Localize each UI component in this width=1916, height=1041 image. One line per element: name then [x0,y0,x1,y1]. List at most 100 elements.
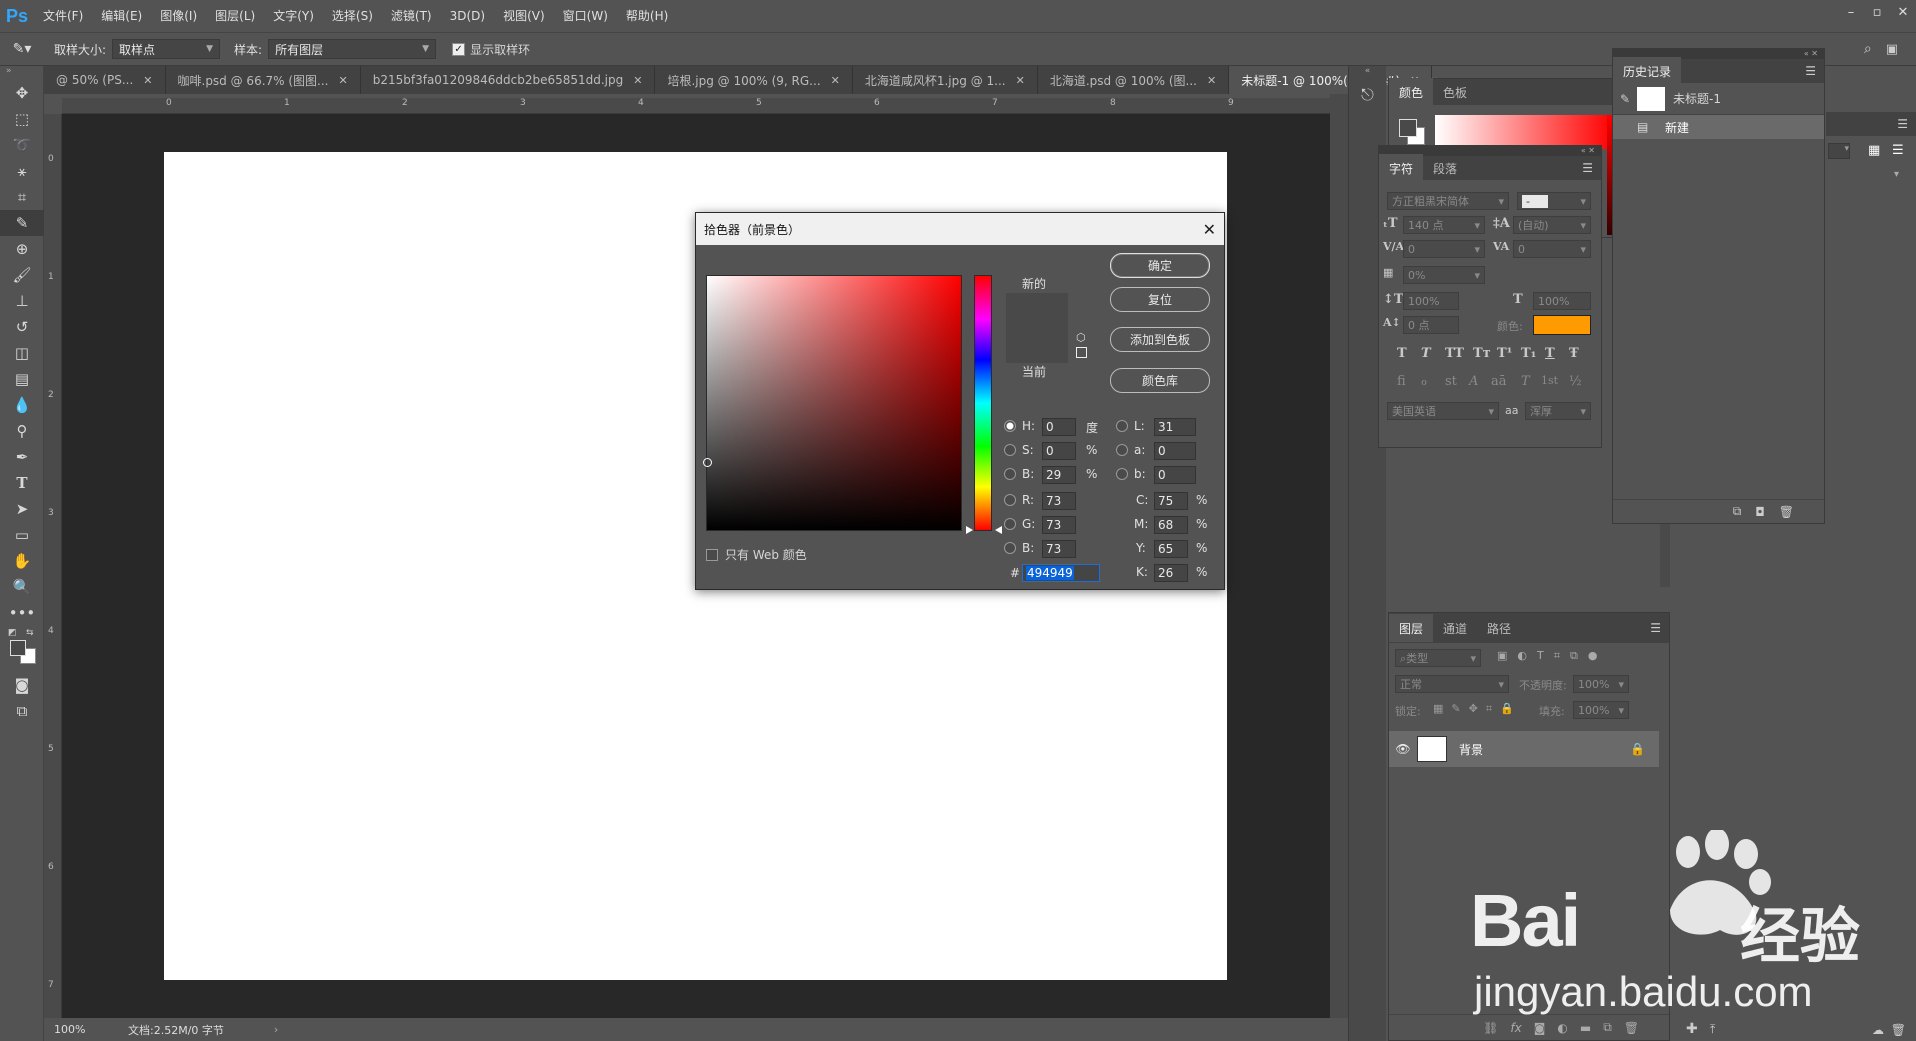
path-select-icon[interactable]: ➤ [0,496,44,522]
stylistic-alt-icon[interactable]: aā [1491,374,1507,389]
saturation-brightness-field[interactable] [703,275,962,531]
close-window-icon[interactable]: ✕ [1890,0,1916,24]
tab-paths[interactable]: 路径 [1477,614,1521,642]
trash-icon[interactable]: 🗑 [1779,505,1794,519]
tab-character[interactable]: 字符 [1379,154,1424,182]
layer-row[interactable]: 👁 背景 🔒 [1389,731,1659,767]
red-input[interactable]: 73 [1042,492,1076,510]
close-icon[interactable]: ✕ [143,74,152,87]
lab-b-radio[interactable] [1116,468,1128,480]
baseline-field[interactable]: 0 点 [1403,316,1459,334]
lock-position-icon[interactable]: ✥ [1469,702,1478,716]
panel-menu-icon[interactable]: ☰ [1650,621,1661,635]
font-style-select[interactable]: - ▾ [1517,192,1591,210]
g-radio[interactable] [1004,518,1016,530]
menu-type[interactable]: 文字(Y) [264,0,323,32]
menu-file[interactable]: 文件(F) [34,0,92,32]
crop-tool-icon[interactable]: ⌗ [0,184,44,210]
small-caps-icon[interactable]: Tт [1473,346,1491,361]
type-tool-icon[interactable]: T [0,470,44,496]
chevron-down-icon[interactable]: ▾ [1894,169,1899,180]
close-icon[interactable]: ✕ [1203,220,1216,239]
a-input[interactable]: 0 [1154,442,1196,460]
close-icon[interactable]: ✕ [1207,74,1216,87]
text-color-swatch[interactable] [1533,315,1591,335]
horizontal-scale-field[interactable]: 100% [1533,292,1591,310]
screen-mode-icon[interactable]: ⧉ [0,698,44,724]
menu-window[interactable]: 窗口(W) [554,0,617,32]
zoom-tool-icon[interactable]: 🔍 [0,574,44,600]
history-item[interactable]: ▤ 新建 [1613,115,1824,139]
shape-tool-icon[interactable]: ▭ [0,522,44,548]
search-icon[interactable]: ⌕ [1864,41,1872,57]
move-tool-icon[interactable]: ✥ [0,80,44,106]
tab-paragraph[interactable]: 段落 [1423,154,1467,182]
lab-b-input[interactable]: 0 [1154,466,1196,484]
lock-pixels-icon[interactable]: ✎ [1451,702,1460,716]
foreground-color-swatch[interactable] [10,640,26,656]
history-brush-icon[interactable]: ↺ [0,314,44,340]
eraser-tool-icon[interactable]: ◫ [0,340,44,366]
sample-select[interactable]: 所有图层 ▼ [268,39,437,59]
fractions-icon[interactable]: ½ [1569,374,1582,389]
lock-transparency-icon[interactable]: ▦ [1433,702,1443,716]
chevron-down-icon[interactable]: ▾ [1828,143,1850,159]
cube-icon[interactable]: ⬡ [1076,331,1086,344]
history-snapshot[interactable]: ✎ 未标题-1 [1613,83,1824,115]
tab-swatches[interactable]: 色板 [1433,78,1477,106]
lock-all-icon[interactable]: 🔒 [1500,702,1514,716]
a-radio[interactable] [1116,444,1128,456]
blue-input[interactable]: 73 [1042,540,1076,558]
tab-layers[interactable]: 图层 [1389,614,1434,642]
subscript-icon[interactable]: T₁ [1521,346,1536,361]
current-color-swatch[interactable] [1006,328,1068,363]
menu-edit[interactable]: 编辑(E) [92,0,151,32]
tsume-field[interactable]: 0% ▾ [1403,266,1485,284]
fg-color-box[interactable] [1399,119,1417,137]
eyedropper-tool-icon[interactable]: ✎ [0,210,44,236]
shape-filter-icon[interactable]: ⌗ [1554,649,1560,663]
quick-mask-icon[interactable]: ◙ [0,672,44,698]
zoom-level[interactable]: 100% [54,1023,114,1036]
close-icon[interactable]: ✕ [633,74,642,87]
close-icon[interactable]: ✕ [339,74,348,87]
brightness-input[interactable]: 29 [1042,466,1076,484]
swash-icon[interactable]: A [1469,374,1478,389]
hand-tool-icon[interactable]: ✋ [0,548,44,574]
brush-tool-icon[interactable]: 🖌 [0,262,44,288]
workspace-icon[interactable]: ▣ [1886,42,1898,57]
r-radio[interactable] [1004,494,1016,506]
web-colors-only-checkbox[interactable]: 只有 Web 颜色 [706,546,807,563]
layer-filter-select[interactable]: ⌕类型 ▾ [1395,649,1481,667]
list-view-icon[interactable]: ☰ [1892,143,1904,158]
fill-field[interactable]: 100% ▾ [1573,701,1629,719]
reset-button[interactable]: 复位 [1110,287,1210,312]
history-brush-icon[interactable]: ✎ [1613,92,1637,106]
swap-colors-icon[interactable]: ⇆ [26,628,34,638]
blend-mode-select[interactable]: 正常 ▾ [1395,675,1509,693]
b-radio[interactable] [1004,542,1016,554]
new-document-from-state-icon[interactable]: ⧉ [1733,504,1742,519]
slider-left-arrow[interactable] [966,526,973,534]
all-caps-icon[interactable]: TT [1445,346,1464,361]
default-colors-icon[interactable]: ◩ [8,628,17,638]
antialias-select[interactable]: 浑厚 ▾ [1525,402,1591,420]
brightness-radio[interactable] [1004,468,1016,480]
contextual-alt-icon[interactable]: ℴ [1421,374,1427,389]
hue-slider[interactable] [974,275,992,531]
pixel-filter-icon[interactable]: ▣ [1497,649,1507,663]
maximize-icon[interactable]: ▫ [1864,0,1890,24]
color-libraries-button[interactable]: 颜色库 [1110,368,1210,393]
glyphs-panel-icon[interactable]: ⎋ [1349,80,1386,110]
panel-menu-icon[interactable]: ☰ [1826,112,1916,136]
language-select[interactable]: 美国英语 ▾ [1387,402,1499,420]
opacity-field[interactable]: 100% ▾ [1573,675,1629,693]
vertical-scale-field[interactable]: 100% [1403,292,1459,310]
saturation-input[interactable]: 0 [1042,442,1076,460]
l-radio[interactable] [1116,420,1128,432]
magic-wand-tool-icon[interactable]: ⚹ [0,158,44,184]
smart-filter-icon[interactable]: ⧉ [1570,649,1578,663]
camera-icon[interactable]: ◘ [1755,505,1765,519]
h-radio[interactable] [1004,420,1016,432]
eyedropper-preset-icon[interactable]: ✎▾ [0,41,44,57]
